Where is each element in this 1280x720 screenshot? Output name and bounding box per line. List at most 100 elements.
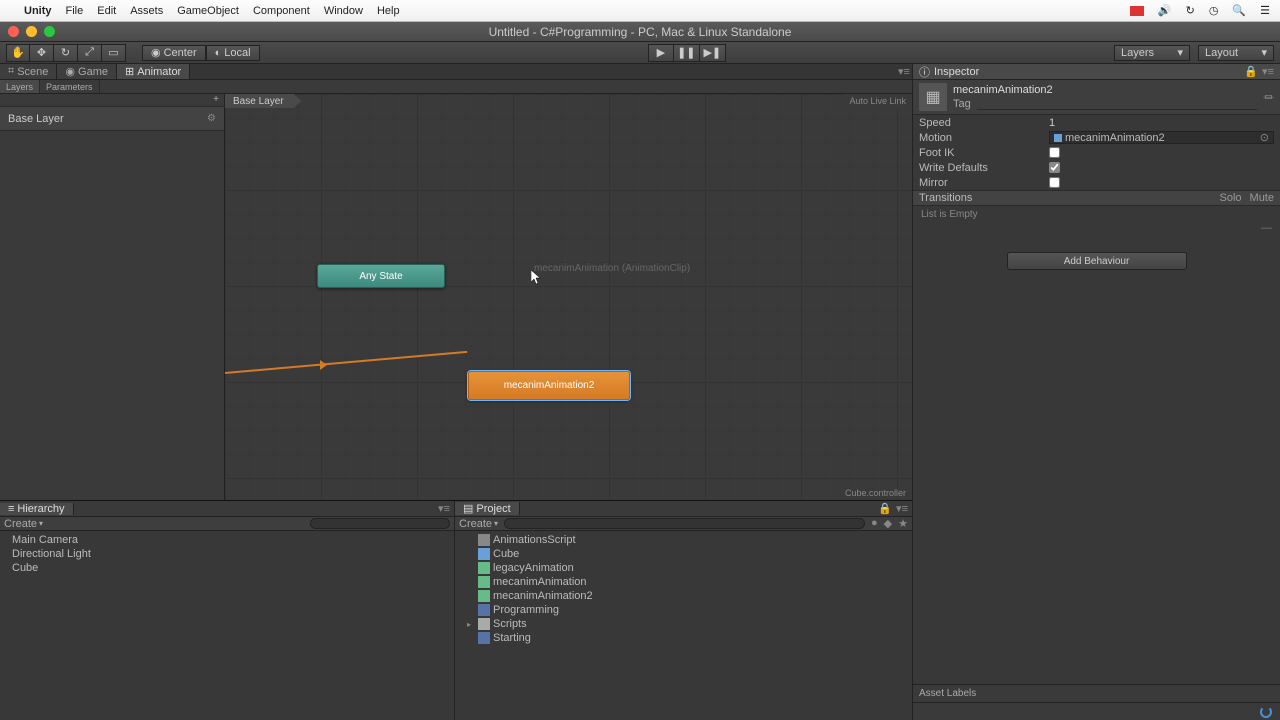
project-item[interactable]: Cube — [455, 547, 912, 561]
hand-tool[interactable]: ✋ — [6, 44, 30, 62]
scene-icon — [478, 632, 490, 644]
app-name[interactable]: Unity — [24, 5, 52, 17]
minimize-button[interactable] — [26, 26, 37, 37]
sync-icon[interactable]: ↻ — [1186, 4, 1195, 17]
layer-settings-icon[interactable]: ⚙ — [207, 113, 216, 124]
prefab-icon — [478, 548, 490, 560]
project-lock-icon[interactable]: 🔒 — [878, 502, 892, 515]
animator-graph[interactable]: Base Layer Auto Live Link Any State meca… — [225, 94, 912, 500]
breadcrumb[interactable]: Base Layer — [225, 94, 302, 108]
mirror-checkbox[interactable] — [1049, 177, 1060, 188]
pivot-local[interactable]: ◐Local — [206, 45, 260, 61]
prop-footik: Foot IK — [913, 145, 1280, 160]
layers-tab[interactable]: Layers — [0, 80, 40, 93]
tab-menu[interactable]: ▾≡ — [896, 64, 912, 79]
hierarchy-search[interactable] — [310, 518, 450, 529]
hierarchy-menu-icon[interactable]: ▾≡ — [438, 502, 450, 515]
view-tabs: ⌗Scene ◉Game ⊞Animator ▾≡ — [0, 64, 912, 80]
tab-animator[interactable]: ⊞Animator — [117, 64, 190, 79]
scene-icon — [478, 604, 490, 616]
menubar-right: 🔊 ↻ ◷ 🔍 ☰ — [1130, 4, 1270, 17]
any-state-node[interactable]: Any State — [317, 264, 445, 288]
remove-transition-button[interactable]: — — [1261, 222, 1272, 234]
menu-edit[interactable]: Edit — [97, 5, 116, 17]
menu-assets[interactable]: Assets — [130, 5, 163, 17]
record-icon[interactable] — [1130, 6, 1144, 16]
project-item[interactable]: mecanimAnimation — [455, 575, 912, 589]
state-name-field[interactable]: mecanimAnimation2 — [953, 84, 1257, 96]
transform-tools: ✋ ✥ ↻ ⤢ ▭ — [6, 44, 126, 62]
anim-icon — [478, 590, 490, 602]
rect-tool[interactable]: ▭ — [102, 44, 126, 62]
tab-scene[interactable]: ⌗Scene — [0, 64, 57, 79]
filter-type-icon[interactable]: ● — [871, 517, 878, 530]
tab-game[interactable]: ◉Game — [57, 64, 117, 79]
hierarchy-create[interactable]: Create▾ — [4, 518, 43, 530]
layers-sidebar: + Base Layer ⚙ — [0, 94, 225, 500]
project-toolbar: Create▾ ● ◆ ★ — [455, 517, 912, 531]
play-button[interactable]: ▶ — [648, 44, 674, 62]
project-menu-icon[interactable]: ▾≡ — [896, 502, 908, 515]
parameters-tab[interactable]: Parameters — [40, 80, 100, 93]
layers-dropdown[interactable]: Layers▾ — [1114, 45, 1190, 61]
prop-speed: Speed 1 — [913, 115, 1280, 130]
tag-field[interactable] — [977, 98, 1257, 110]
speed-value[interactable]: 1 — [1049, 117, 1274, 129]
help-icon[interactable]: ⏛ — [1263, 89, 1274, 105]
asset-labels-header: Asset Labels — [913, 684, 1280, 702]
play-controls: ▶ ❚❚ ▶❚ — [648, 44, 726, 62]
hierarchy-item[interactable]: Cube — [0, 561, 454, 575]
writedefaults-checkbox[interactable] — [1049, 162, 1060, 173]
menu-file[interactable]: File — [66, 5, 84, 17]
project-item[interactable]: Starting — [455, 631, 912, 645]
project-item[interactable]: AnimationsScript — [455, 533, 912, 547]
menu-component[interactable]: Component — [253, 5, 310, 17]
project-item[interactable]: legacyAnimation — [455, 561, 912, 575]
tab-project[interactable]: ▤Project — [455, 502, 520, 515]
close-button[interactable] — [8, 26, 19, 37]
menu-icon[interactable]: ☰ — [1260, 4, 1270, 17]
rotate-tool[interactable]: ↻ — [54, 44, 78, 62]
pause-button[interactable]: ❚❚ — [674, 44, 700, 62]
layout-dropdown[interactable]: Layout▾ — [1198, 45, 1274, 61]
add-layer-button[interactable]: + — [208, 94, 224, 106]
filter-label-icon[interactable]: ◆ — [884, 517, 892, 530]
hierarchy-panel: ≡Hierarchy ▾≡ Create▾ Main Camera Direct… — [0, 501, 455, 720]
drag-ghost-label: mecanimAnimation (AnimationClip) — [534, 263, 690, 274]
motion-field[interactable]: mecanimAnimation2 ⊙ — [1049, 131, 1274, 144]
pivot-center[interactable]: ◉Center — [142, 45, 206, 61]
tab-hierarchy[interactable]: ≡Hierarchy — [0, 503, 74, 515]
grid-major — [225, 94, 912, 500]
menu-help[interactable]: Help — [377, 5, 400, 17]
inspector-header: ⓘ Inspector 🔒 ▾≡ — [913, 64, 1280, 80]
hierarchy-item[interactable]: Directional Light — [0, 547, 454, 561]
layer-base[interactable]: Base Layer ⚙ — [0, 107, 224, 131]
scale-tool[interactable]: ⤢ — [78, 44, 102, 62]
window-title: Untitled - C#Programming - PC, Mac & Lin… — [489, 25, 792, 39]
step-button[interactable]: ▶❚ — [700, 44, 726, 62]
animator-panel: Layers Parameters + Base Layer ⚙ Base La… — [0, 80, 912, 500]
default-state-node[interactable]: mecanimAnimation2 — [468, 371, 630, 400]
project-item[interactable]: mecanimAnimation2 — [455, 589, 912, 603]
inspector-menu-icon[interactable]: ▾≡ — [1262, 65, 1274, 78]
menu-window[interactable]: Window — [324, 5, 363, 17]
move-tool[interactable]: ✥ — [30, 44, 54, 62]
spotlight-icon[interactable]: 🔍 — [1232, 4, 1246, 17]
footik-checkbox[interactable] — [1049, 147, 1060, 158]
project-item[interactable]: Programming — [455, 603, 912, 617]
maximize-button[interactable] — [44, 26, 55, 37]
hierarchy-item[interactable]: Main Camera — [0, 533, 454, 547]
project-search[interactable] — [504, 518, 865, 529]
volume-icon[interactable]: 🔊 — [1158, 4, 1172, 17]
project-item[interactable]: ▸Scripts — [455, 617, 912, 631]
project-create[interactable]: Create▾ — [459, 518, 498, 530]
object-picker-icon[interactable]: ⊙ — [1260, 131, 1269, 144]
menu-gameobject[interactable]: GameObject — [177, 5, 239, 17]
auto-live-link[interactable]: Auto Live Link — [843, 94, 912, 108]
clock-icon[interactable]: ◷ — [1209, 4, 1219, 17]
motion-type-icon — [1054, 134, 1062, 142]
save-search-icon[interactable]: ★ — [898, 517, 908, 530]
add-behaviour-button[interactable]: Add Behaviour — [1007, 252, 1187, 270]
anim-icon — [478, 562, 490, 574]
inspector-lock-icon[interactable]: 🔒 — [1244, 65, 1258, 78]
